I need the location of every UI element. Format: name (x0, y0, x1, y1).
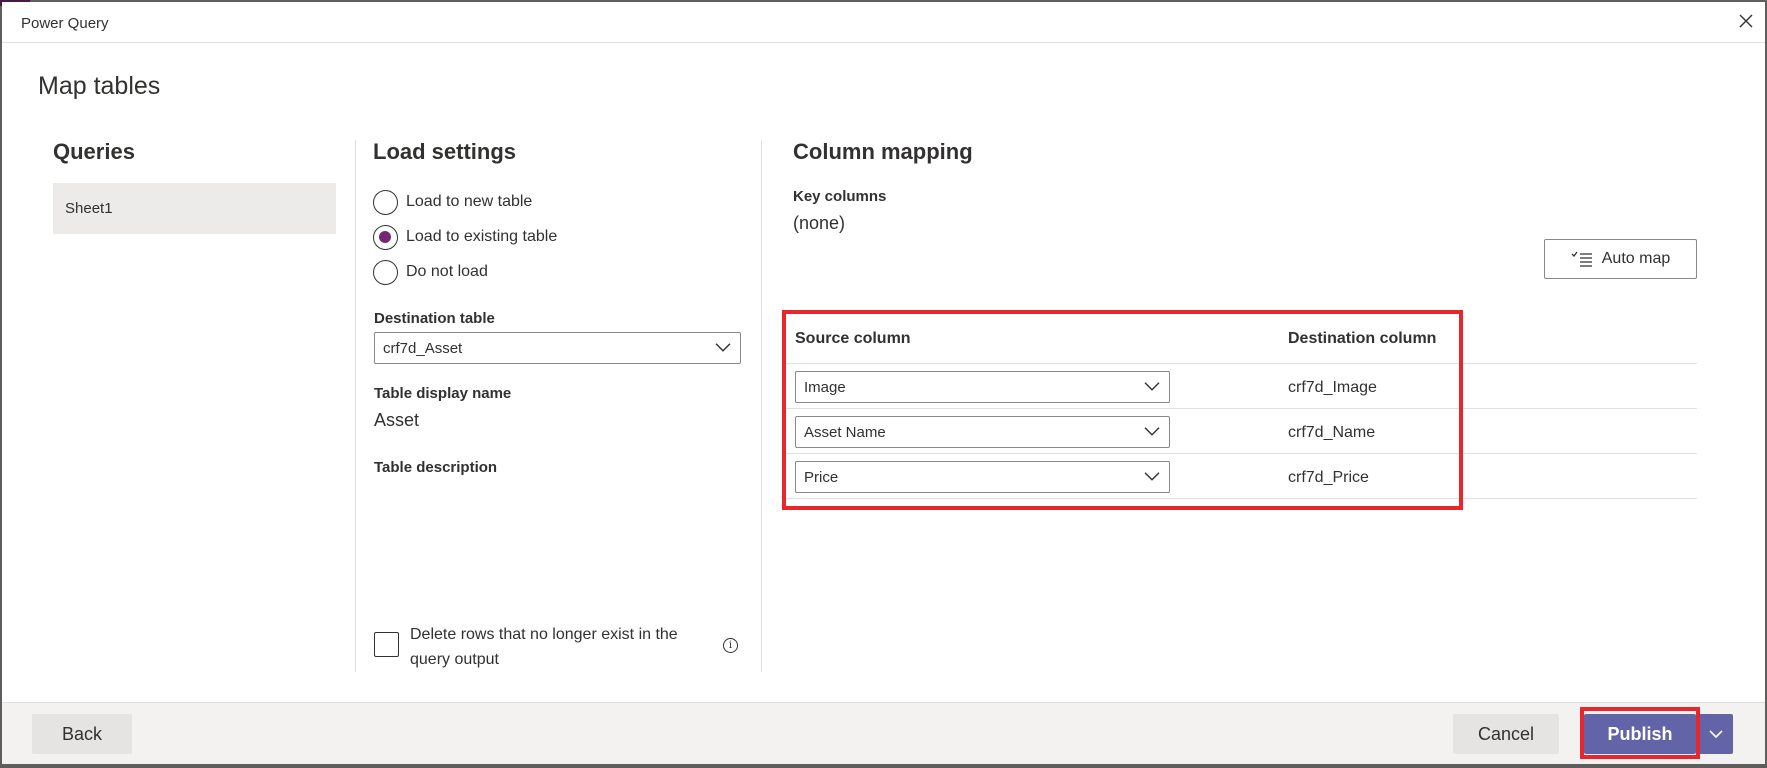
dialog-footer: Back Cancel Publish (2, 702, 1765, 764)
auto-map-label: Auto map (1601, 250, 1671, 267)
divider (761, 140, 762, 672)
key-columns-label: Key columns (793, 188, 887, 205)
map-tables-dialog: Power Query Map tables Queries Sheet1 Lo… (2, 2, 1765, 764)
divider (355, 140, 356, 672)
radio-load-existing-table[interactable]: Load to existing table (373, 224, 557, 250)
delete-rows-checkbox[interactable] (374, 632, 399, 657)
load-settings-heading: Load settings (373, 139, 517, 164)
delete-rows-label: Delete rows that no longer exist in the … (410, 626, 678, 668)
cancel-button[interactable]: Cancel (1453, 714, 1559, 754)
back-button[interactable]: Back (32, 714, 132, 754)
page-title: Map tables (38, 72, 161, 100)
destination-column-value: crf7d_Image (1288, 379, 1377, 396)
destination-column-header: Destination column (1288, 330, 1437, 347)
destination-table-value: crf7d_Asset (383, 339, 463, 357)
queries-heading: Queries (53, 139, 135, 164)
table-display-name-value: Asset (374, 410, 420, 430)
publish-menu-button[interactable] (1699, 714, 1733, 754)
dialog-titlebar: Power Query (2, 2, 1765, 43)
source-column-dropdown-image[interactable]: Image (795, 371, 1170, 403)
table-display-name-label: Table display name (374, 385, 512, 402)
close-icon[interactable] (1735, 10, 1757, 32)
row-divider (785, 498, 1697, 499)
row-divider (785, 363, 1697, 364)
destination-column-value: crf7d_Price (1288, 469, 1369, 486)
source-column-header: Source column (795, 330, 911, 347)
source-column-value: Image (804, 378, 846, 396)
chevron-down-icon (1709, 730, 1723, 739)
row-divider (785, 408, 1697, 409)
radio-button[interactable] (373, 259, 398, 285)
query-item-sheet1[interactable]: Sheet1 (53, 183, 336, 234)
column-mapping-heading: Column mapping (793, 139, 973, 164)
source-column-dropdown-asset-name[interactable]: Asset Name (795, 416, 1170, 448)
radio-label: Load to existing table (406, 228, 558, 245)
radio-button[interactable] (373, 189, 398, 215)
key-columns-value: (none) (793, 213, 846, 233)
info-icon[interactable]: i (723, 638, 738, 653)
destination-table-label: Destination table (374, 310, 495, 327)
table-description-label: Table description (374, 459, 498, 476)
publish-button[interactable]: Publish (1584, 714, 1696, 754)
window-title: Power Query (21, 15, 109, 32)
radio-label: Do not load (406, 263, 488, 280)
app-backdrop: Power Query Map tables Queries Sheet1 Lo… (0, 0, 1767, 768)
source-column-dropdown-price[interactable]: Price (795, 461, 1170, 493)
radio-do-not-load[interactable]: Do not load (373, 259, 488, 285)
chevron-down-icon (1144, 472, 1160, 481)
destination-table-dropdown[interactable]: crf7d_Asset (374, 332, 741, 364)
checklist-icon (1571, 251, 1592, 267)
radio-button[interactable] (373, 224, 398, 250)
radio-load-new-table[interactable]: Load to new table (373, 189, 532, 215)
chevron-down-icon (715, 343, 731, 352)
source-column-value: Price (804, 468, 839, 486)
row-divider (785, 453, 1697, 454)
chevron-down-icon (1144, 382, 1160, 391)
destination-column-value: crf7d_Name (1288, 424, 1376, 441)
auto-map-button[interactable]: Auto map (1544, 239, 1697, 279)
source-column-value: Asset Name (804, 423, 886, 441)
chevron-down-icon (1144, 427, 1160, 436)
radio-label: Load to new table (406, 193, 533, 210)
